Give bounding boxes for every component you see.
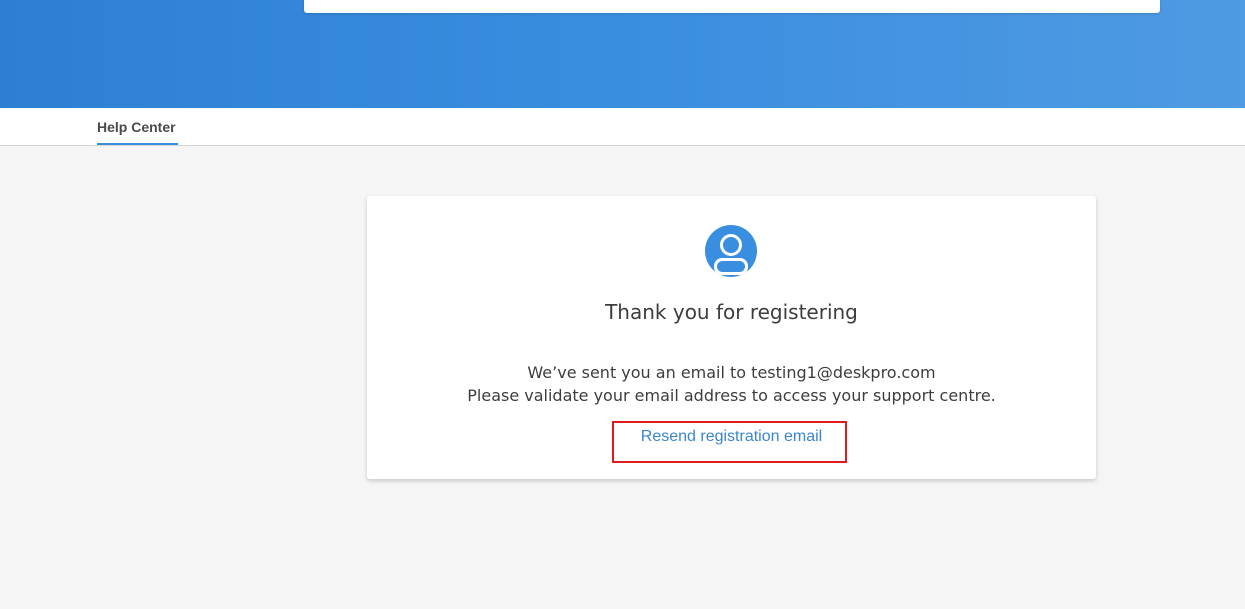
tab-help-center[interactable]: Help Center: [97, 108, 176, 145]
registration-confirmation-card: Thank you for registering We’ve sent you…: [367, 196, 1096, 479]
navbar: Help Center: [0, 108, 1245, 146]
search-input[interactable]: [304, 0, 1160, 13]
resend-registration-email-link[interactable]: Resend registration email: [367, 428, 1096, 446]
active-tab-indicator: [97, 143, 178, 145]
page-title: Thank you for registering: [605, 300, 858, 324]
tab-help-center-label: Help Center: [97, 118, 176, 135]
confirmation-message-line2: Please validate your email address to ac…: [467, 386, 996, 405]
user-avatar-icon: [705, 225, 757, 277]
header-banner: [0, 0, 1245, 108]
confirmation-message-line1: We’ve sent you an email to testing1@desk…: [527, 363, 936, 382]
